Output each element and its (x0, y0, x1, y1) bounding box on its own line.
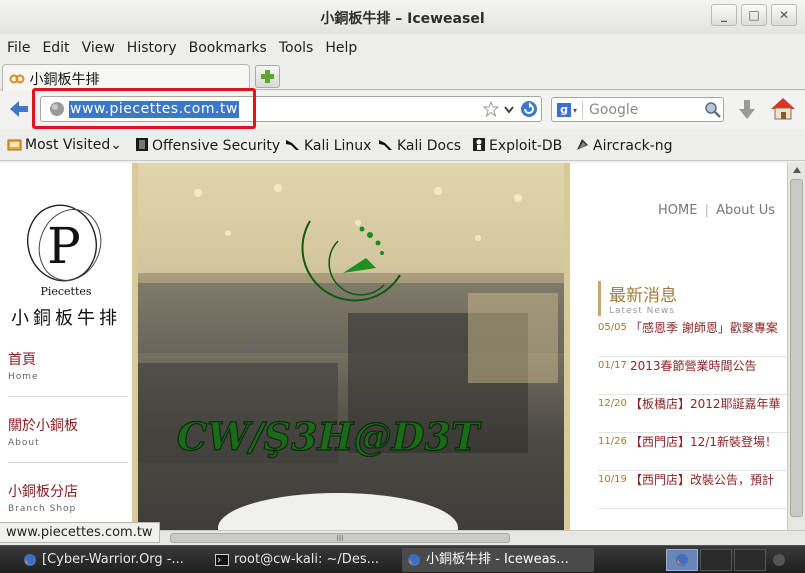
restaurant-photo: CW/Ş3H@D3T (132, 163, 570, 530)
workspace-2[interactable] (700, 549, 732, 571)
kali-dragon-icon (379, 140, 392, 150)
workspace-switcher[interactable] (666, 549, 698, 571)
svg-text:P: P (47, 217, 81, 275)
url-bar[interactable]: www.piecettes.com.tw (40, 96, 542, 122)
page-content: P Piecettes 小銅板牛排 首頁 Home 關於小銅板 About 小銅… (0, 163, 787, 530)
news-item[interactable]: 11/26 【西門店】12/1新裝登場！ (598, 433, 787, 471)
chevron-down-icon[interactable] (503, 104, 515, 116)
minimize-button[interactable]: _ (711, 4, 737, 26)
top-nav-separator: | (704, 203, 709, 218)
tab-piecettes[interactable]: 小銅板牛排 (2, 64, 250, 91)
site-nav-about[interactable]: 關於小銅板 About (8, 397, 128, 463)
kali-dragon-icon (286, 140, 299, 150)
scroll-up-icon[interactable] (788, 163, 805, 177)
news-heading: 最新消息 Latest News (598, 281, 677, 316)
back-arrow-icon[interactable] (8, 99, 30, 119)
globe-icon (50, 102, 64, 116)
menu-bookmarks[interactable]: Bookmarks (183, 36, 273, 60)
home-icon[interactable] (770, 97, 796, 121)
firefox-icon (24, 554, 36, 566)
google-engine-icon[interactable]: g ▾ (555, 101, 583, 119)
scroll-thumb-horizontal[interactable]: III (170, 533, 510, 543)
bookmark-star-icon[interactable] (483, 101, 499, 117)
scroll-grip: III (336, 534, 344, 543)
loading-icon (9, 74, 25, 84)
window-title: 小銅板牛排 – Iceweasel (320, 11, 485, 27)
taskbar-item-cyber-warrior[interactable]: [Cyber-Warrior.Org -... (18, 548, 204, 572)
workspace-3[interactable] (734, 549, 766, 571)
news-item[interactable]: 01/17 2013春節營業時間公告 (598, 357, 787, 395)
site-sidebar: P Piecettes 小銅板牛排 首頁 Home 關於小銅板 About 小銅… (0, 163, 132, 530)
news-column: HOME | About Us 最新消息 Latest News 05/05 「感… (570, 163, 787, 530)
search-input[interactable]: Google (589, 102, 638, 118)
top-nav-about-us[interactable]: About Us (716, 203, 775, 218)
exploitdb-icon (473, 138, 485, 151)
folder-icon (7, 139, 22, 151)
bookmark-kali-docs[interactable]: Kali Docs (378, 137, 461, 154)
news-item[interactable]: 10/19 【西門店】改裝公告，預計 (598, 471, 787, 509)
search-icon[interactable] (704, 101, 722, 119)
title-bar: 小銅板牛排 – Iceweasel _ □ ✕ (0, 0, 805, 34)
bookmark-aircrack-ng[interactable]: Aircrack-ng (575, 137, 673, 154)
brand-name: 小銅板牛排 (11, 308, 121, 329)
piecettes-logo: P Piecettes (27, 204, 102, 298)
url-text[interactable]: www.piecettes.com.tw (69, 101, 239, 118)
close-button[interactable]: ✕ (771, 4, 797, 26)
aircrack-icon (577, 139, 588, 150)
offsec-icon (136, 138, 148, 151)
menu-history[interactable]: History (121, 36, 183, 60)
firefox-icon (676, 554, 688, 566)
tab-bar: 小銅板牛排 (0, 62, 805, 91)
defacement-text: CW/Ş3H@D3T (177, 414, 482, 459)
bookmark-kali-linux[interactable]: Kali Linux (285, 137, 371, 154)
bookmarks-toolbar: Most Visited⌄ Offensive Security Kali Li… (0, 131, 805, 161)
firefox-icon (408, 554, 420, 566)
vertical-scrollbar[interactable] (787, 163, 805, 530)
news-item[interactable]: 12/20 【板橋店】2012耶誕嘉年華 (598, 395, 787, 433)
svg-text:Piecettes: Piecettes (40, 285, 91, 298)
terminal-icon (215, 554, 229, 566)
new-tab-button[interactable] (255, 65, 280, 88)
status-bar: www.piecettes.com.tw (0, 522, 160, 543)
plus-icon (261, 70, 274, 83)
menu-edit[interactable]: Edit (36, 36, 75, 60)
browser-window: 小銅板牛排 – Iceweasel _ □ ✕ File Edit View Hist… (0, 0, 805, 545)
menu-file[interactable]: File (0, 36, 36, 60)
scroll-thumb[interactable] (790, 179, 803, 517)
bookmark-offensive-security[interactable]: Offensive Security (135, 137, 280, 154)
chevron-down-icon: ⌄ (110, 137, 122, 153)
menu-tools[interactable]: Tools (273, 36, 320, 60)
top-nav-home[interactable]: HOME (658, 203, 697, 218)
bookmark-exploit-db[interactable]: Exploit-DB (472, 137, 562, 154)
maximize-button[interactable]: □ (741, 4, 767, 26)
reload-icon[interactable] (519, 99, 539, 119)
news-item[interactable]: 05/05 「感恩季 謝師恩」歡聚專案 (598, 319, 787, 357)
tab-label: 小銅板牛排 (29, 72, 100, 88)
top-nav: HOME | About Us (658, 203, 775, 218)
site-nav-branch-shop[interactable]: 小銅板分店 Branch Shop (8, 463, 128, 529)
bookmark-most-visited[interactable]: Most Visited⌄ (7, 137, 122, 153)
site-nav-home[interactable]: 首頁 Home (8, 331, 128, 397)
search-bar[interactable]: g ▾ Google (551, 97, 724, 122)
menu-bar: File Edit View History Bookmarks Tools Help (0, 36, 805, 60)
download-arrow-icon[interactable] (737, 98, 757, 122)
menu-help[interactable]: Help (319, 36, 363, 60)
menu-view[interactable]: View (76, 36, 121, 60)
notification-icon[interactable] (772, 553, 786, 567)
taskbar-item-terminal[interactable]: root@cw-kali: ~/Des... (210, 548, 396, 572)
taskbar-item-iceweasel[interactable]: 小銅板牛排 - Iceweas... (402, 548, 594, 572)
navigation-toolbar: www.piecettes.com.tw g ▾ Google (0, 91, 805, 129)
taskbar: [Cyber-Warrior.Org -... root@cw-kali: ~/… (0, 545, 805, 573)
